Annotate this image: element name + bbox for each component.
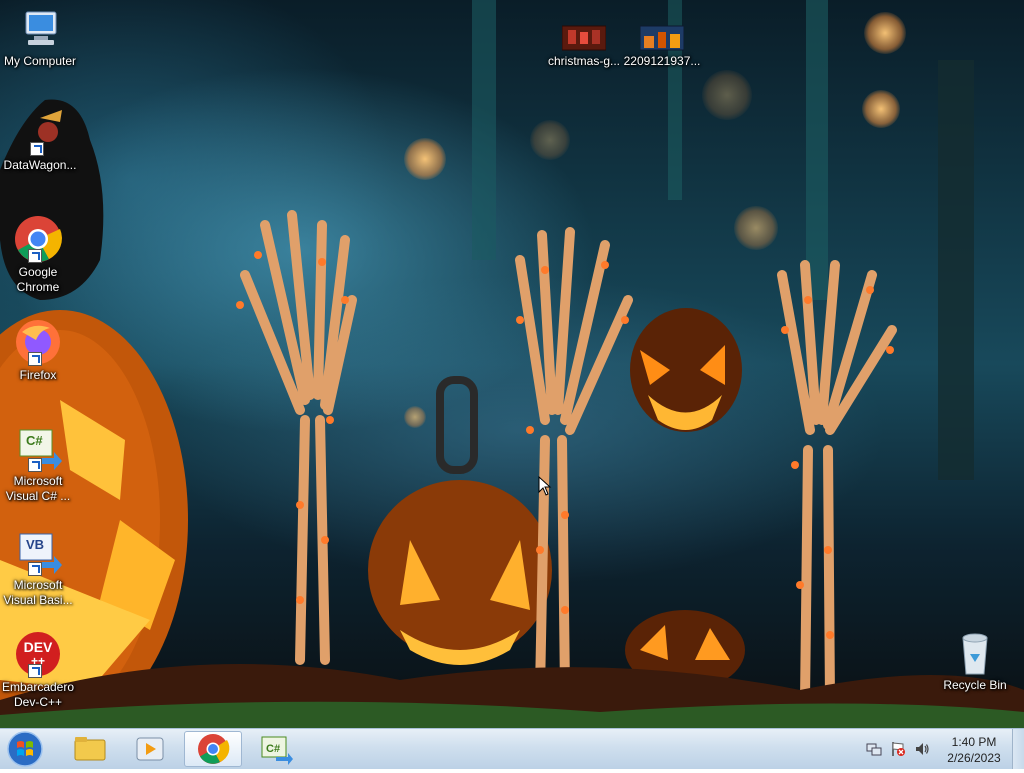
desktop-icon-recycle-bin[interactable]: Recycle Bin <box>935 630 1015 693</box>
desktop-icon-firefox[interactable]: Firefox <box>0 318 78 383</box>
taskbar-chrome-button[interactable] <box>184 731 242 767</box>
taskbar-explorer-button[interactable] <box>62 731 118 767</box>
taskbar-media-player-button[interactable] <box>122 731 178 767</box>
volume-icon[interactable] <box>914 741 930 757</box>
desktop-icon-devcpp[interactable]: DEV ++ Embarcadero Dev-C++ <box>0 632 78 710</box>
clock-date: 2/26/2023 <box>947 751 1001 765</box>
my-computer-icon <box>18 8 62 52</box>
desktop-icon-visual-csharp[interactable]: C# Microsoft Visual C# ... <box>0 428 78 504</box>
chrome-icon <box>198 734 230 764</box>
shortcut-arrow-icon <box>28 249 42 263</box>
icon-label: Firefox <box>19 368 57 382</box>
action-center-flag-icon[interactable] <box>890 741 906 757</box>
desktop-icon-my-computer[interactable]: My Computer <box>0 8 80 69</box>
taskbar: C# <box>0 728 1024 769</box>
datawagon-icon <box>18 112 62 156</box>
devcpp-badge-top: DEV <box>23 639 53 655</box>
folder-icon <box>74 737 106 761</box>
icon-label: Microsoft Visual Basi... <box>3 578 73 607</box>
media-player-icon <box>136 737 164 761</box>
icon-label: 2209121937... <box>623 54 701 68</box>
desktop-icon-christmas-image[interactable]: christmas-g... <box>544 24 624 69</box>
show-desktop-button[interactable] <box>1012 729 1024 769</box>
network-icon[interactable] <box>866 741 882 757</box>
icon-label: Microsoft Visual C# ... <box>5 474 71 503</box>
icon-label: My Computer <box>3 54 77 68</box>
chrome-icon <box>14 215 62 263</box>
desktop-icon-google-chrome[interactable]: Google Chrome <box>0 215 78 295</box>
image-thumbnail-icon <box>561 24 607 52</box>
icon-label: Google Chrome <box>16 265 60 294</box>
shortcut-arrow-icon <box>28 352 42 366</box>
desktop[interactable]: My Computer DataWagon... Google Chrome F… <box>0 0 1024 728</box>
visual-csharp-icon: C# <box>261 736 293 765</box>
windows-start-icon <box>7 731 43 767</box>
taskbar-clock[interactable]: 1:40 PM 2/26/2023 <box>938 734 1010 766</box>
firefox-icon <box>14 318 62 366</box>
shortcut-arrow-icon <box>28 664 42 678</box>
visual-basic-icon: VB <box>14 532 62 576</box>
taskbar-visual-csharp-button[interactable]: C# <box>248 731 304 767</box>
clock-time: 1:40 PM <box>951 735 997 749</box>
shortcut-arrow-icon <box>28 458 42 472</box>
icon-label: Recycle Bin <box>943 678 1007 692</box>
visual-csharp-icon: C# <box>14 428 62 472</box>
image-thumbnail-icon <box>639 24 685 52</box>
csharp-badge-text: C# <box>26 433 43 448</box>
icon-label: DataWagon... <box>3 158 77 172</box>
icon-label: christmas-g... <box>547 54 620 68</box>
devcpp-icon: DEV ++ <box>14 632 62 678</box>
start-button[interactable] <box>4 730 46 768</box>
desktop-icon-datawagon[interactable]: DataWagon... <box>0 112 80 173</box>
shortcut-arrow-icon <box>30 142 44 156</box>
svg-text:C#: C# <box>266 743 280 755</box>
recycle-bin-icon <box>955 630 995 676</box>
shortcut-arrow-icon <box>28 562 42 576</box>
mouse-cursor-icon <box>538 476 552 496</box>
icon-label: Embarcadero Dev-C++ <box>1 680 75 709</box>
vb-badge-text: VB <box>26 537 45 552</box>
desktop-icon-photo-2209121937[interactable]: 2209121937... <box>622 24 702 69</box>
desktop-icon-visual-basic[interactable]: VB Microsoft Visual Basi... <box>0 532 78 608</box>
